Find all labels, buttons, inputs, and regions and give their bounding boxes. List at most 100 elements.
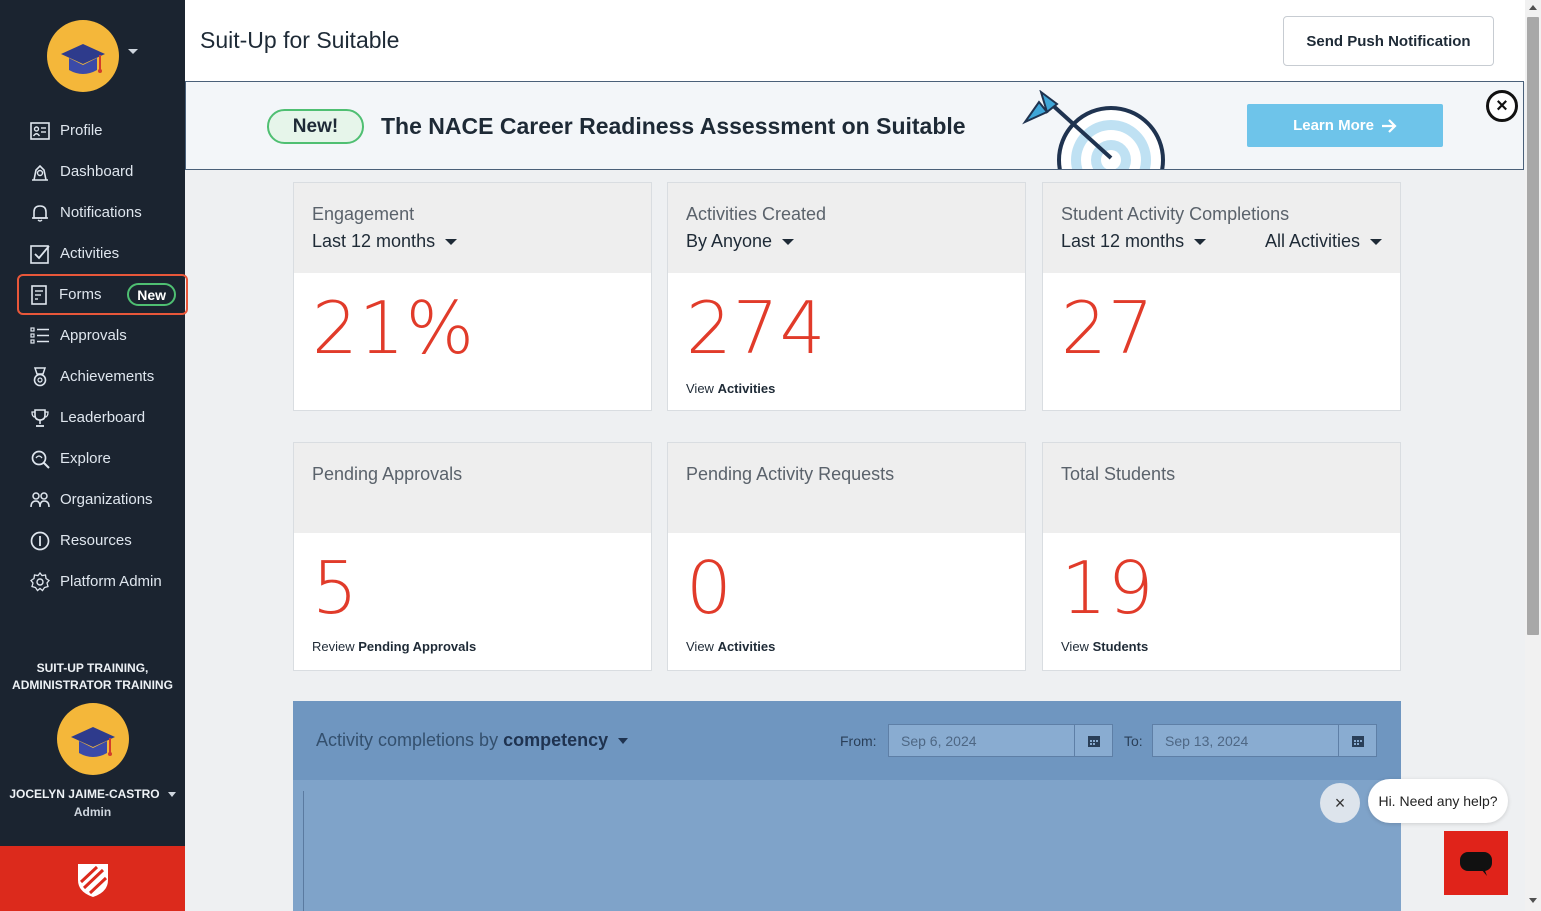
engagement-value: 21% <box>312 286 476 370</box>
medal-icon <box>30 366 50 387</box>
sidebar-item-forms[interactable]: Forms New <box>17 274 188 315</box>
send-push-notification-button[interactable]: Send Push Notification <box>1283 16 1494 66</box>
sidebar: Profile Dashboard Notifications Activiti… <box>0 0 188 911</box>
organization-name: SUIT-UP TRAINING, ADMINISTRATOR TRAINING <box>0 660 185 694</box>
sidebar-item-label: Explore <box>60 450 111 467</box>
scroll-down-arrow-icon[interactable] <box>1529 898 1537 903</box>
competency-chart-panel: Activity completions by competency From:… <box>293 701 1401 911</box>
view-activities-link[interactable]: View Activities <box>686 639 775 654</box>
review-pending-approvals-link[interactable]: Review Pending Approvals <box>312 639 476 654</box>
school-menu-caret-icon[interactable] <box>128 49 138 54</box>
new-badge: New <box>127 283 176 306</box>
page-header: Suit-Up for Suitable Send Push Notificat… <box>185 0 1525 82</box>
activities-created-card: Activities Created By Anyone 274 View Ac… <box>667 182 1026 411</box>
to-label: To: <box>1124 733 1143 749</box>
avatar[interactable] <box>57 703 129 775</box>
trophy-icon <box>30 408 50 428</box>
chat-icon <box>1460 852 1492 876</box>
profile-icon <box>30 121 50 141</box>
sidebar-item-dashboard[interactable]: Dashboard <box>0 151 185 192</box>
checkbox-icon <box>30 244 50 264</box>
banner-text: The NACE Career Readiness Assessment on … <box>381 113 966 139</box>
sidebar-item-activities[interactable]: Activities <box>0 233 185 274</box>
total-students-card: Total Students 19 View Students <box>1042 442 1401 671</box>
created-by-dropdown[interactable]: By Anyone <box>686 231 795 252</box>
dimension-dropdown[interactable]: competency <box>503 730 608 750</box>
form-icon <box>29 284 49 305</box>
learn-more-button[interactable]: Learn More <box>1247 104 1443 147</box>
page-title: Suit-Up for Suitable <box>200 27 400 53</box>
from-calendar-button[interactable] <box>1074 724 1113 757</box>
bell-icon <box>30 203 50 223</box>
calendar-icon <box>1087 735 1100 747</box>
sidebar-item-leaderboard[interactable]: Leaderboard <box>0 397 185 438</box>
info-icon <box>30 531 50 551</box>
from-date-input[interactable]: Sep 6, 2024 <box>888 724 1075 757</box>
sidebar-item-profile[interactable]: Profile <box>0 110 185 151</box>
group-icon <box>30 490 50 510</box>
sidebar-item-label: Dashboard <box>60 163 134 180</box>
to-date-input[interactable]: Sep 13, 2024 <box>1152 724 1339 757</box>
view-activities-link[interactable]: View Activities <box>686 381 775 396</box>
chat-launcher-button[interactable] <box>1444 831 1508 895</box>
card-title: Engagement <box>312 204 415 224</box>
sidebar-item-label: Platform Admin <box>60 573 162 590</box>
pending-requests-card: Pending Activity Requests 0 View Activit… <box>667 442 1026 671</box>
sidebar-item-platform-admin[interactable]: Platform Admin <box>0 561 185 602</box>
help-dismiss-button[interactable]: × <box>1320 783 1360 823</box>
user-menu-caret-icon <box>167 792 176 798</box>
target-illustration-icon <box>1022 90 1165 169</box>
sidebar-item-label: Leaderboard <box>60 409 146 426</box>
chevron-down-icon[interactable] <box>618 738 629 745</box>
sidebar-item-organizations[interactable]: Organizations <box>0 479 185 520</box>
sidebar-item-label: Approvals <box>60 327 127 344</box>
pending-requests-value: 0 <box>686 546 733 630</box>
pending-approvals-card: Pending Approvals 5 Review Pending Appro… <box>293 442 652 671</box>
sidebar-item-resources[interactable]: Resources <box>0 520 185 561</box>
school-logo[interactable] <box>47 20 119 92</box>
chevron-down-icon <box>1194 239 1207 246</box>
sidebar-item-notifications[interactable]: Notifications <box>0 192 185 233</box>
sidebar-item-label: Resources <box>60 532 132 549</box>
help-bubble[interactable]: Hi. Need any help? <box>1368 779 1508 823</box>
sidebar-nav: Profile Dashboard Notifications Activiti… <box>0 110 188 602</box>
page-scrollbar[interactable] <box>1525 0 1541 911</box>
sidebar-item-achievements[interactable]: Achievements <box>0 356 185 397</box>
card-title: Activities Created <box>686 204 827 224</box>
chevron-down-icon <box>782 239 795 246</box>
total-students-value: 19 <box>1061 546 1155 630</box>
scroll-thumb[interactable] <box>1527 17 1539 635</box>
org-line-1: SUIT-UP TRAINING, <box>36 661 149 675</box>
activities-created-value: 274 <box>686 286 827 370</box>
brand-footer[interactable] <box>0 846 185 911</box>
arrow-right-icon <box>1381 118 1397 133</box>
promo-banner: New! The NACE Career Readiness Assessmen… <box>185 81 1524 170</box>
sidebar-item-approvals[interactable]: Approvals <box>0 315 185 356</box>
learn-more-label: Learn More <box>1293 117 1374 134</box>
student-completions-value: 27 <box>1061 286 1155 370</box>
engagement-card: Engagement Last 12 months 21% <box>293 182 652 411</box>
card-title: Student Activity Completions <box>1061 204 1290 224</box>
view-students-link[interactable]: View Students <box>1061 639 1148 654</box>
sidebar-item-explore[interactable]: Explore <box>0 438 185 479</box>
sidebar-item-label: Forms <box>59 286 102 303</box>
activity-filter-dropdown[interactable]: All Activities <box>1265 231 1382 252</box>
calendar-icon <box>1351 735 1364 747</box>
to-calendar-button[interactable] <box>1338 724 1377 757</box>
org-line-2: ADMINISTRATOR TRAINING <box>12 678 173 692</box>
app: Profile Dashboard Notifications Activiti… <box>0 0 1541 911</box>
explore-icon <box>30 449 50 469</box>
scroll-up-arrow-icon[interactable] <box>1529 5 1537 10</box>
sidebar-item-label: Activities <box>60 245 120 262</box>
user-menu[interactable]: JOCELYN JAIME-CASTRO <box>0 787 185 801</box>
graduation-cap-icon <box>71 727 115 757</box>
chart-axis <box>303 791 304 911</box>
sidebar-item-label: Organizations <box>60 491 153 508</box>
from-label: From: <box>840 733 877 749</box>
banner-close-button[interactable]: × <box>1486 90 1518 122</box>
card-title: Pending Approvals <box>312 464 463 484</box>
engagement-period-dropdown[interactable]: Last 12 months <box>312 231 458 252</box>
sidebar-item-label: Achievements <box>60 368 155 385</box>
graduation-cap-icon <box>61 44 105 74</box>
completions-period-dropdown[interactable]: Last 12 months <box>1061 231 1207 252</box>
